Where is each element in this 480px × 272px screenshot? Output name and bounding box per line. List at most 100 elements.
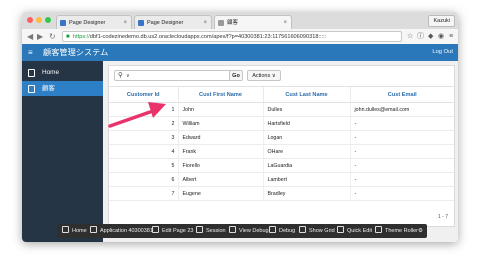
actions-button[interactable]: Actions ∨ [247,70,281,81]
chevron-down-icon[interactable]: ∨ [126,71,130,81]
cell-customer-id: 2 [109,116,178,131]
lock-icon: ■ [66,34,70,40]
cell-last-name: Lambert [262,172,350,187]
hamburger-menu-icon[interactable]: ≡ [28,47,33,58]
cell-email: john.dulles@email.com [349,102,454,117]
devbar-debug[interactable]: Debug [269,224,295,238]
devbar-view-debug[interactable]: View Debug [229,224,269,238]
favicon-icon [60,20,66,26]
cell-email: - [349,144,454,159]
sidebar-item-customers[interactable]: 顧客 [22,81,103,96]
report-table: Customer Id Cust First Name Cust Last Na… [109,86,454,201]
devbar-home[interactable]: Home [62,224,87,238]
devbar-session[interactable]: Session [196,224,226,238]
interactive-report: ⚲ ∨ Go Actions ∨ Customer Id Cust First … [108,65,455,227]
search-box[interactable]: ⚲ ∨ [114,70,232,81]
devbar-edit-page[interactable]: Edit Page 23 [152,224,194,238]
tab-title: 顧客 [227,20,239,26]
menu-icon[interactable]: ≡ [449,31,453,42]
go-button[interactable]: Go [229,70,243,81]
browser-tab-1[interactable]: Page Designer × [56,15,132,29]
address-bar[interactable]: ■ https://dbf1-codezinedemo.db.us2.oracle… [62,31,402,42]
search-icon[interactable]: ⚲ [118,71,123,81]
edit-icon [90,226,97,233]
table-row: 2 William Hartsfield - [109,116,454,131]
page-icon [28,69,35,77]
url-scheme: https:// [73,34,90,40]
favicon-icon [138,20,144,26]
cell-first-name: Eugene [177,186,263,201]
app-header: ≡ 顧客管理システム Log Out [22,44,458,61]
browser-tab-3[interactable]: 顧客 × [214,15,292,29]
cell-first-name: John [177,102,263,117]
browser-tab-2[interactable]: Page Designer × [134,15,212,29]
column-header-last-name[interactable]: Cust Last Name [262,86,350,103]
logout-link[interactable]: Log Out [432,44,453,61]
cell-email: - [349,186,454,201]
cell-email: - [349,116,454,131]
devbar-show-grid[interactable]: Show Grid [299,224,335,238]
maximize-window-button[interactable] [45,17,51,23]
close-tab-icon[interactable]: × [203,16,207,30]
column-header-email[interactable]: Cust Email [349,86,454,103]
table-row: 4 Frank OHare - [109,144,454,159]
back-arrow-icon[interactable]: ◀ [27,30,33,43]
profile-button[interactable]: Kazuki [428,15,455,27]
close-window-button[interactable] [27,17,33,23]
search-input[interactable] [137,72,227,79]
grid-icon [299,226,306,233]
browser-window: Page Designer × Page Designer × 顧客 × Kaz… [22,12,458,242]
sidebar: Home 顧客 [22,61,103,242]
app-title[interactable]: 顧客管理システム [43,44,108,61]
cell-customer-id: 7 [109,186,178,201]
cell-last-name: Hartsfield [262,116,350,131]
favicon-icon [218,20,224,26]
cell-first-name: Albert [177,172,263,187]
edit-icon [152,226,159,233]
extension-icon[interactable]: ◉ [438,31,444,42]
table-row: 7 Eugene Bradley - [109,186,454,201]
close-tab-icon[interactable]: × [283,16,287,30]
sidebar-item-label: Home [42,69,60,76]
reload-icon[interactable]: ↻ [49,30,56,43]
bookmark-star-icon[interactable]: ☆ [407,31,413,42]
debug-view-icon [229,226,236,233]
cell-customer-id: 1 [109,102,178,117]
cell-customer-id: 5 [109,158,178,173]
debug-icon [269,226,276,233]
table-row: 3 Edward Logan - [109,130,454,145]
gear-icon[interactable]: ⚙ [418,224,423,238]
column-header-first-name[interactable]: Cust First Name [177,86,263,103]
developer-toolbar: Home Application 40300381 Edit Page 23 S… [57,224,427,238]
page-icon [28,85,35,93]
table-row: 1 John Dulles john.dulles@email.com [109,102,454,117]
forward-arrow-icon[interactable]: ▶ [37,30,43,43]
cell-first-name: William [177,116,263,131]
table-row: 5 Fiorello LaGuardia - [109,158,454,173]
cell-last-name: LaGuardia [262,158,350,173]
sidebar-item-label: 顧客 [42,85,55,92]
cell-email: - [349,172,454,187]
devbar-quick-edit[interactable]: Quick Edit [337,224,372,238]
browser-toolbar: ◀ ▶ ↻ ■ https://dbf1-codezinedemo.db.us2.… [22,29,458,45]
info-icon[interactable]: ⓘ [417,31,424,42]
cell-first-name: Fiorello [177,158,263,173]
cell-email: - [349,130,454,145]
devbar-application[interactable]: Application 40300381 [90,224,153,238]
cell-customer-id: 3 [109,130,178,145]
minimize-window-button[interactable] [36,17,42,23]
cell-email: - [349,158,454,173]
cell-customer-id: 6 [109,172,178,187]
cell-first-name: Edward [177,130,263,145]
devbar-theme-roller[interactable]: Theme Roller [375,224,418,238]
theme-icon [375,226,382,233]
home-icon [62,226,69,233]
close-tab-icon[interactable]: × [123,16,127,30]
extension-icon[interactable]: ◆ [428,31,433,42]
column-header-customer-id[interactable]: Customer Id [109,86,178,103]
url-text: dbf1-codezinedemo.db.us2.oraclecloudapps… [89,34,327,40]
cell-last-name: Dulles [262,102,350,117]
cell-last-name: OHare [262,144,350,159]
pagination-label: 1 - 7 [437,214,448,220]
sidebar-item-home[interactable]: Home [22,65,103,80]
